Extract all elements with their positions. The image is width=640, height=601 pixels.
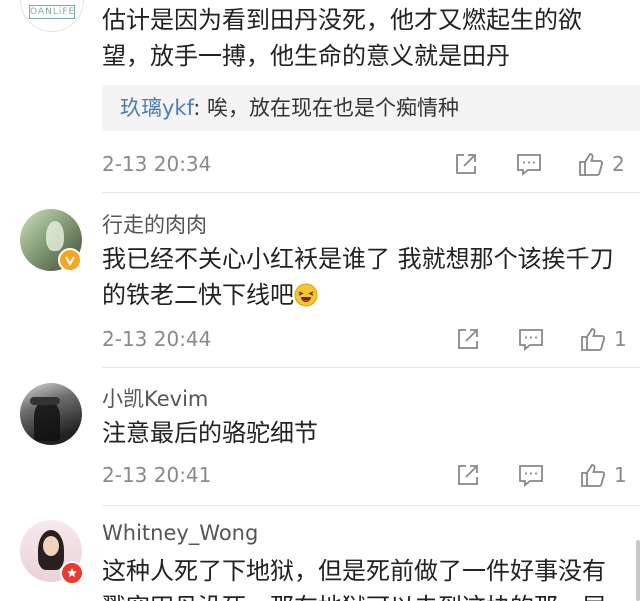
share-icon	[458, 465, 478, 485]
share-button[interactable]	[456, 460, 480, 490]
share-icon	[458, 329, 478, 349]
comment-meta: 2-13 20:44 1	[102, 324, 632, 354]
avatar[interactable]: OANLiFE	[20, 0, 84, 32]
share-button[interactable]	[454, 149, 478, 179]
like-count: 2	[612, 152, 625, 176]
comment-feed: OANLiFE 估计是因为看到田丹没死，他才又燃起生的欲望，放手一搏，他生命的意…	[0, 0, 640, 601]
comment-icon	[519, 329, 543, 351]
like-icon	[581, 328, 606, 351]
like-count: 1	[614, 463, 627, 487]
comment-button[interactable]	[518, 460, 544, 490]
avatar-text: OANLiFE	[29, 5, 76, 19]
comment-text: 我已经不关心小红袄是谁了 我就想那个该挨千刀的铁老二快下线吧	[102, 245, 614, 309]
like-icon	[581, 464, 606, 487]
username[interactable]: Whitney_Wong	[102, 521, 258, 545]
reply-text: : 唉，放在现在也是个痴情种	[193, 96, 459, 120]
divider	[102, 192, 640, 193]
scrollbar[interactable]	[636, 540, 640, 601]
comment-content: 这种人死了下地狱，但是死前做了一件好事没有戳穿田丹没死，那在地狱可以去到这块的那…	[102, 557, 606, 601]
comment-icon	[517, 154, 541, 176]
like-button[interactable]: 1	[580, 460, 627, 490]
comment-meta: 2-13 20:34 2	[102, 149, 632, 179]
username[interactable]: 小凯Kevim	[102, 383, 208, 413]
like-button[interactable]: 1	[580, 324, 627, 354]
comment-content: 估计是因为看到田丹没死，他才又燃起生的欲望，放手一搏，他生命的意义就是田丹	[102, 6, 582, 70]
comment-time: 2-13 20:34	[102, 152, 212, 176]
comment-button[interactable]	[518, 324, 544, 354]
reply-preview[interactable]: 玖璃ykf: 唉，放在现在也是个痴情种	[102, 85, 640, 131]
red-badge-icon	[60, 561, 84, 585]
verified-badge-icon	[58, 248, 82, 272]
comment-meta: 2-13 20:41 1	[102, 460, 632, 490]
username[interactable]: 行走的肉肉	[102, 209, 207, 239]
reply-author[interactable]: 玖璃ykf	[120, 96, 193, 120]
share-icon	[456, 154, 476, 174]
comment-content: 注意最后的骆驼细节	[102, 419, 318, 447]
like-icon	[579, 153, 604, 176]
comment-button[interactable]	[516, 149, 542, 179]
avatar-hat-shape	[30, 397, 60, 405]
divider	[102, 367, 640, 368]
avatar-face-shape	[43, 536, 59, 556]
share-button[interactable]	[456, 324, 480, 354]
divider	[102, 505, 640, 506]
laughing-emoji-icon	[294, 283, 318, 307]
like-button[interactable]: 2	[578, 149, 625, 179]
avatar-figure-shape	[34, 401, 60, 441]
comment-content: 我已经不关心小红袄是谁了 我就想那个该挨千刀的铁老二快下线吧	[102, 241, 622, 313]
comment-icon	[519, 465, 543, 487]
avatar-plant-shape	[46, 221, 64, 251]
comment-time: 2-13 20:44	[102, 327, 212, 351]
avatar[interactable]	[20, 383, 82, 445]
like-count: 1	[614, 327, 627, 351]
comment-time: 2-13 20:41	[102, 463, 212, 487]
